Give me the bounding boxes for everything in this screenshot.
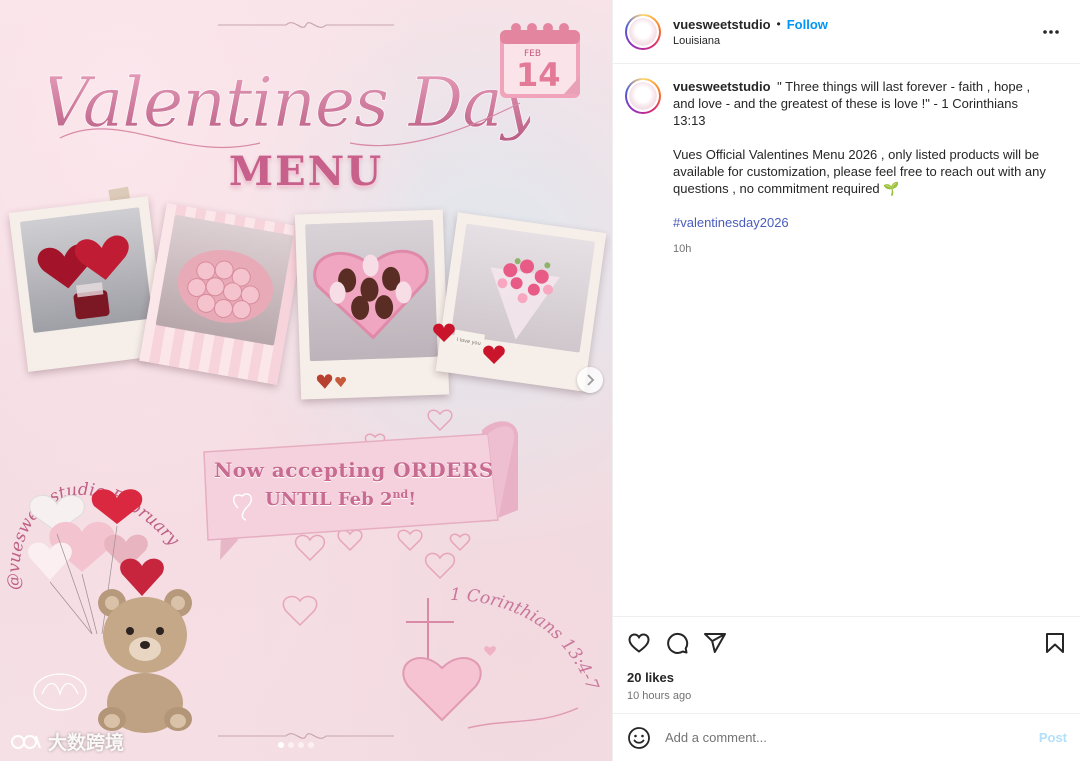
watermark: 大数跨境 [10, 728, 124, 755]
brand-logo [33, 673, 87, 711]
hashtag-link[interactable]: #valentinesday2026 [673, 214, 789, 231]
banner-line2: UNTIL Feb 2nd! [265, 488, 416, 510]
banner-line1: Now accepting ORDERS [214, 458, 494, 482]
more-horizontal-icon [1043, 30, 1059, 34]
banner-line2-end: ! [408, 489, 417, 510]
banner-line2-suffix: nd [392, 488, 409, 501]
carousel-dot [288, 742, 294, 748]
banner-line2-main: UNTIL Feb 2 [265, 489, 393, 510]
menu-heading: MENU [228, 148, 384, 195]
chevron-right-icon [587, 374, 595, 386]
caption-username[interactable]: vuesweetstudio [673, 79, 771, 94]
post-image[interactable]: Valentines Day MENU FEB 14 I love you No… [0, 0, 612, 761]
comment-icon[interactable] [665, 631, 689, 655]
share-icon[interactable] [703, 631, 727, 655]
product-photo-rose-bouquet [139, 203, 305, 385]
carousel-indicator [278, 742, 314, 748]
watermark-text: 大数跨境 [48, 733, 125, 754]
location-label[interactable]: Louisiana [673, 35, 828, 47]
next-slide-button[interactable] [577, 367, 603, 393]
emoji-icon[interactable] [627, 726, 651, 750]
valentines-day-title: Valentines Day [50, 64, 530, 148]
likes-count[interactable]: 20 likes [627, 670, 1067, 685]
flourish-divider-bottom [218, 733, 394, 739]
product-photo-chocolate-strawberries [294, 209, 450, 400]
teddy-bear [98, 589, 192, 733]
calendar-day: 14 [516, 56, 561, 94]
avatar[interactable] [625, 13, 661, 50]
carousel-dot [308, 742, 314, 748]
caption-quote: vuesweetstudio " Three things will last … [673, 78, 1053, 129]
post-header: vuesweetstudio • Follow Louisiana [613, 0, 1080, 64]
comment-bar: Post [613, 713, 1080, 761]
separator-dot: • [776, 17, 781, 31]
caption-avatar[interactable] [625, 78, 661, 114]
post-caption: vuesweetstudio " Three things will last … [613, 64, 1080, 258]
heart-icon[interactable] [627, 631, 651, 655]
love-tag: I love you [433, 323, 505, 364]
caption-time: 10h [673, 243, 692, 255]
comment-input[interactable] [665, 730, 1039, 745]
small-hearts-icon [316, 374, 347, 389]
calendar-icon: FEB 14 [500, 23, 580, 98]
flourish-divider-top [218, 22, 394, 28]
post-comment-button[interactable]: Post [1039, 730, 1067, 745]
strawberry-box-icon [313, 249, 429, 340]
action-bar: 20 likes 10 hours ago [613, 616, 1080, 702]
heart-balloons-icon [37, 235, 129, 320]
post-dialog: Valentines Day MENU FEB 14 I love you No… [0, 0, 1080, 761]
post-timestamp[interactable]: 10 hours ago [627, 690, 1067, 702]
caption-body: Vues Official Valentines Menu 2026 , onl… [673, 147, 1046, 196]
header-username[interactable]: vuesweetstudio [673, 17, 771, 32]
bookmark-icon[interactable] [1043, 631, 1067, 655]
carousel-dot-active [278, 742, 284, 748]
carousel-dot [298, 742, 304, 748]
more-options-button[interactable] [1042, 22, 1060, 40]
follow-button[interactable]: Follow [787, 17, 828, 32]
watermark-logo-icon [11, 734, 41, 749]
cross-heart-graphic [402, 598, 579, 729]
post-sidebar: vuesweetstudio • Follow Louisiana vueswe… [612, 0, 1080, 761]
rose-bouquet-icon [177, 250, 274, 323]
